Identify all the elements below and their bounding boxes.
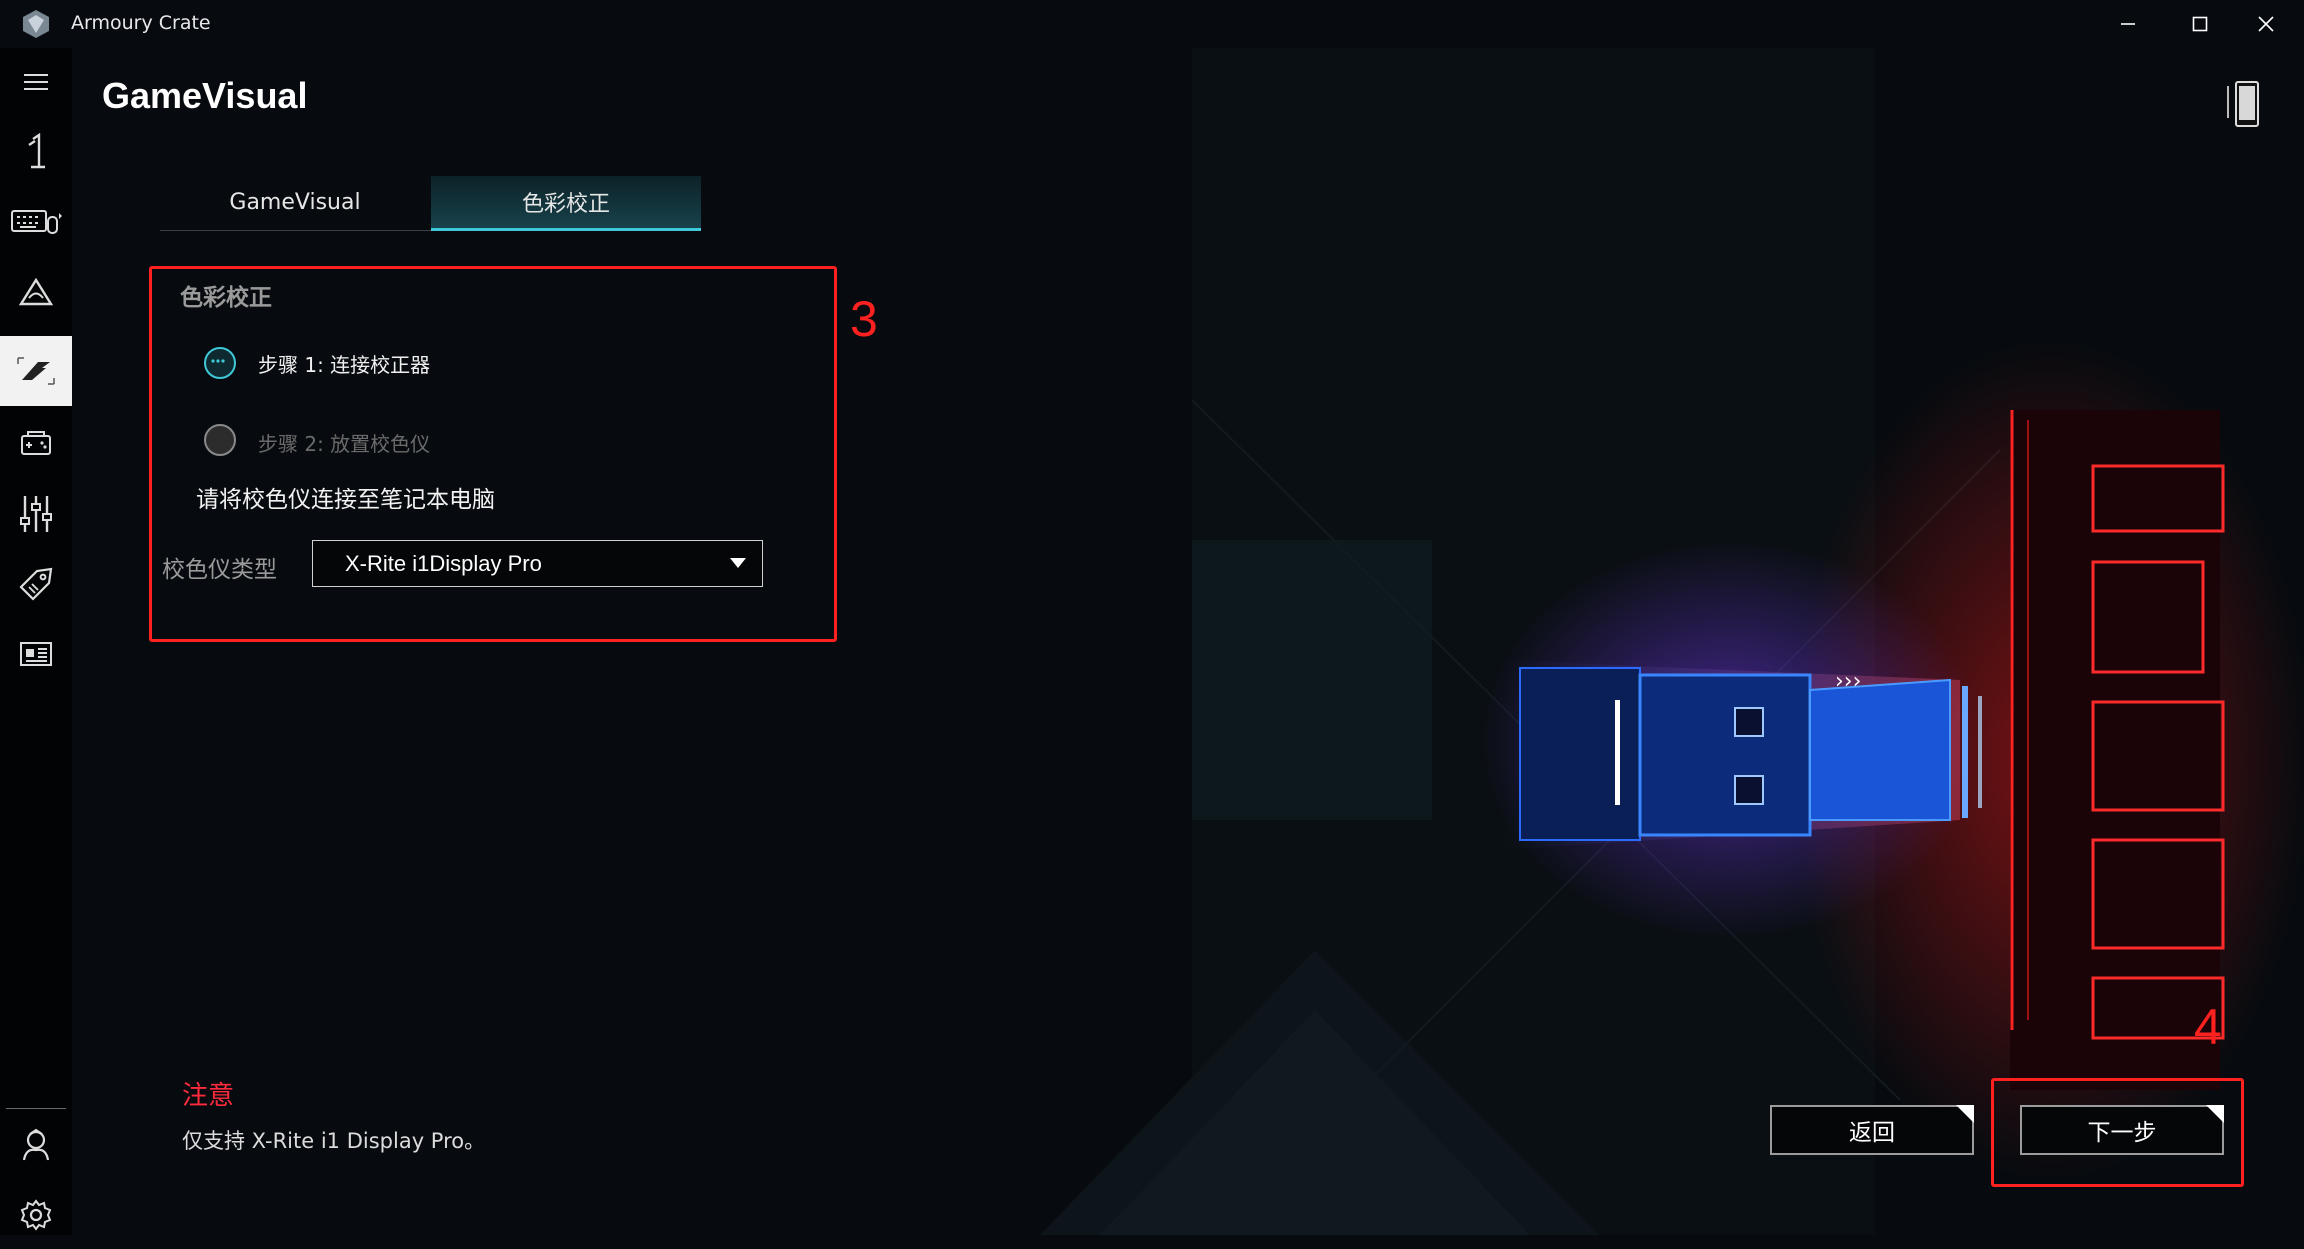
colorimeter-type-label: 校色仪类型 bbox=[162, 557, 277, 583]
sidebar-item-scenario-profiles[interactable] bbox=[0, 480, 72, 548]
aura-sync-icon bbox=[18, 277, 54, 306]
game-library-icon bbox=[21, 431, 51, 455]
sidebar-item-deals[interactable] bbox=[0, 550, 72, 618]
minimize-icon bbox=[2121, 23, 2135, 25]
sidebar-nav bbox=[0, 48, 72, 1235]
gamevisual-icon bbox=[17, 357, 55, 385]
close-button[interactable] bbox=[2232, 0, 2300, 48]
news-icon bbox=[20, 642, 52, 666]
scenario-profiles-icon bbox=[20, 496, 52, 532]
step-1-label: 步骤 1: 连接校正器 bbox=[258, 353, 431, 377]
sidebar-item-home[interactable] bbox=[0, 118, 72, 186]
armoury-crate-logo bbox=[23, 10, 49, 38]
tab-color-calibration[interactable]: 色彩校正 bbox=[431, 176, 701, 231]
step-2-inactive-icon bbox=[204, 424, 236, 456]
minimize-button[interactable] bbox=[2094, 0, 2162, 48]
sidebar-item-gamevisual[interactable] bbox=[0, 336, 72, 406]
back-button[interactable]: 返回 bbox=[1770, 1105, 1974, 1155]
sidebar-menu-button[interactable] bbox=[0, 48, 72, 116]
dropdown-arrow-icon bbox=[730, 558, 746, 568]
note-text: 仅支持 X-Rite i1 Display Pro。 bbox=[182, 1129, 486, 1153]
app-title: Armoury Crate bbox=[71, 12, 211, 34]
tab-gamevisual[interactable]: GameVisual bbox=[160, 176, 430, 228]
svg-text:›››: ››› bbox=[1835, 669, 1861, 694]
step-2-label: 步骤 2: 放置校色仪 bbox=[258, 432, 431, 456]
annotation-number-4: 4 bbox=[2194, 999, 2222, 1055]
sidebar-item-device[interactable] bbox=[0, 188, 72, 256]
annotation-number-3: 3 bbox=[850, 291, 878, 347]
sidebar-item-settings[interactable] bbox=[0, 1181, 72, 1249]
sidebar-item-news[interactable] bbox=[0, 620, 72, 688]
sidebar-item-user-center[interactable] bbox=[0, 1111, 72, 1179]
step-1-active-icon bbox=[204, 347, 236, 379]
keyboard-device-icon bbox=[11, 210, 62, 234]
colorimeter-type-value: X-Rite i1Display Pro bbox=[345, 551, 542, 576]
sidebar-item-game-library[interactable] bbox=[0, 410, 72, 478]
tab-bar: GameVisual 色彩校正 bbox=[160, 176, 701, 231]
next-button-label: 下一步 bbox=[2087, 1120, 2157, 1146]
button-corner-accent bbox=[1956, 1105, 1974, 1123]
home-icon bbox=[28, 133, 45, 169]
note-title: 注意 bbox=[182, 1081, 235, 1111]
sidebar-item-aura-sync[interactable] bbox=[0, 258, 72, 326]
sidebar-divider bbox=[6, 1108, 66, 1109]
deals-tag-icon bbox=[19, 567, 53, 601]
next-button[interactable]: 下一步 bbox=[2020, 1105, 2224, 1155]
laptop-device-icon[interactable] bbox=[2226, 80, 2262, 130]
section-title: 色彩校正 bbox=[180, 285, 272, 311]
page-title: GameVisual bbox=[102, 75, 308, 116]
colorimeter-type-dropdown[interactable]: X-Rite i1Display Pro bbox=[312, 540, 763, 587]
instruction-text: 请将校色仪连接至笔记本电脑 bbox=[196, 487, 495, 513]
menu-icon bbox=[24, 74, 48, 90]
maximize-icon bbox=[2192, 16, 2208, 32]
user-center-icon bbox=[22, 1128, 50, 1161]
close-icon bbox=[2258, 16, 2274, 32]
settings-icon bbox=[20, 1199, 52, 1231]
title-bar: Armoury Crate bbox=[0, 0, 2304, 48]
back-button-label: 返回 bbox=[1849, 1120, 1895, 1146]
maximize-button[interactable] bbox=[2166, 0, 2234, 48]
button-corner-accent bbox=[2206, 1105, 2224, 1123]
